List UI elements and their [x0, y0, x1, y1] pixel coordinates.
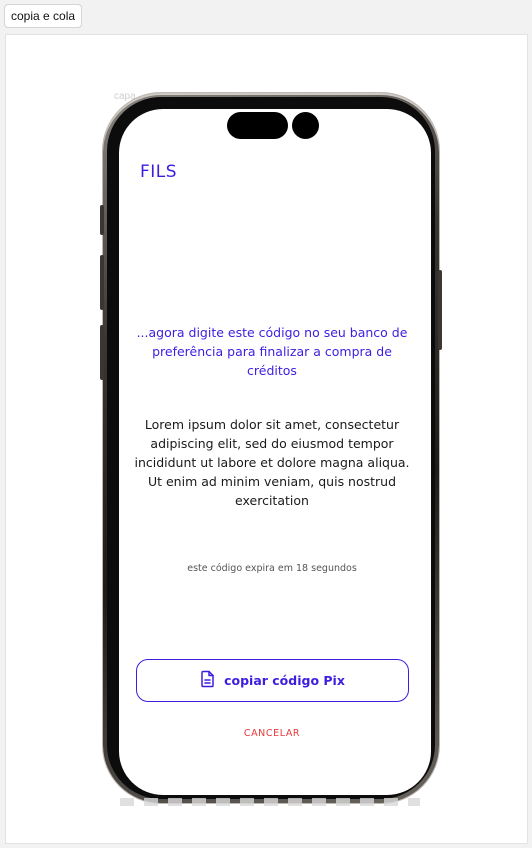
cancel-button[interactable]: CANCELAR — [134, 728, 410, 739]
phone-side-button-left-3 — [100, 325, 104, 380]
phone-side-button-right — [438, 270, 442, 350]
copy-pix-code-button[interactable]: copiar código Pix — [136, 659, 409, 702]
phone-side-button-left-2 — [100, 255, 104, 310]
pix-code-text: Lorem ipsum dolor sit amet, consectetur … — [134, 417, 410, 508]
dynamic-island — [227, 112, 288, 139]
brand-logo: FILS — [140, 162, 178, 182]
instruction-headline: ...agora digite este código no seu banco… — [136, 325, 408, 378]
copy-button-label: copiar código Pix — [224, 673, 345, 688]
phone-shadow-dashes — [120, 798, 420, 806]
expiry-countdown: este código expira em 18 segundos — [187, 563, 357, 574]
phone-side-button-left-1 — [100, 205, 104, 235]
document-icon — [200, 670, 216, 691]
camera-dot — [292, 112, 319, 139]
frame-tab-copia-e-cola[interactable]: copia e cola — [4, 4, 83, 28]
